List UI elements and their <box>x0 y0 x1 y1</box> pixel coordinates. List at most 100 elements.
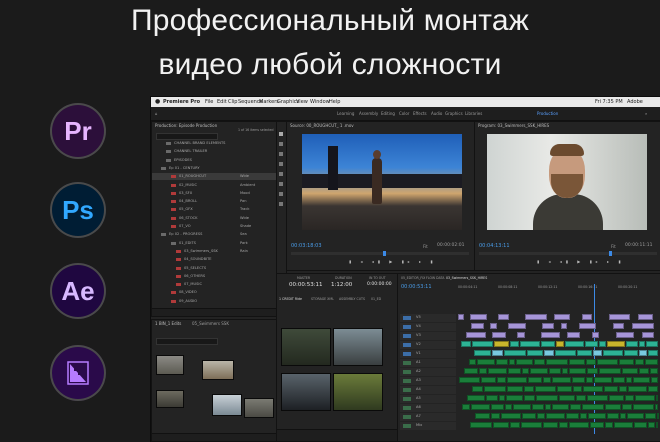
timeline-track[interactable] <box>458 323 658 330</box>
timeline-clip[interactable] <box>490 323 497 329</box>
project-row[interactable]: 01_ROUGHCUT Wide <box>152 173 276 181</box>
timeline-clip[interactable] <box>546 359 568 365</box>
project-row[interactable]: 06_STOCK Wide <box>152 215 276 222</box>
track-header[interactable]: A6 <box>400 404 456 412</box>
track-target-icon[interactable] <box>403 415 411 419</box>
track-target-icon[interactable] <box>403 388 411 392</box>
preview-thumb-2[interactable] <box>333 328 383 366</box>
timeline-clip[interactable] <box>624 350 638 356</box>
preview-tab-4[interactable]: 01_ED <box>371 297 381 301</box>
timeline-clip[interactable] <box>525 314 547 320</box>
timeline-clip[interactable] <box>565 341 584 347</box>
timeline-clip[interactable] <box>477 359 495 365</box>
timeline-clip[interactable] <box>466 332 486 338</box>
track-target-icon[interactable] <box>403 352 411 356</box>
timeline-clip[interactable] <box>583 386 603 392</box>
timeline-clip[interactable] <box>634 422 647 428</box>
timeline-clip[interactable] <box>628 386 647 392</box>
timeline-clip[interactable] <box>543 422 558 428</box>
project-row[interactable]: 05_SELECTS <box>152 265 276 272</box>
timeline-clip[interactable] <box>656 395 658 401</box>
timeline-clip[interactable] <box>544 350 554 356</box>
timeline-clip[interactable] <box>524 395 535 401</box>
timeline-clip[interactable] <box>516 359 533 365</box>
tool-slip-icon[interactable] <box>279 172 283 176</box>
track-target-icon[interactable] <box>403 397 411 401</box>
timeline-clip[interactable] <box>505 404 512 410</box>
source-video-frame[interactable] <box>302 134 462 230</box>
timeline-clip[interactable] <box>559 422 568 428</box>
timeline-clip[interactable] <box>472 386 483 392</box>
timeline-clip[interactable] <box>470 314 487 320</box>
project-row[interactable]: 03_SFX Mood <box>152 190 276 197</box>
preview-thumb-4[interactable] <box>333 373 383 411</box>
timeline-clip[interactable] <box>593 350 602 356</box>
tool-type-icon[interactable] <box>279 202 283 206</box>
timeline-clip[interactable] <box>517 332 525 338</box>
timeline-clip[interactable] <box>588 413 606 419</box>
program-transport-controls[interactable]: ▮ ◂ ◂▮ ▶ ▮▸ ▸ ▮ <box>537 259 625 264</box>
timeline-clip[interactable] <box>549 368 561 374</box>
timeline-ruler[interactable]: 00:00:04:11 00:00:08:11 00:00:12:11 00:00:1… <box>458 285 658 291</box>
track-target-icon[interactable] <box>403 334 411 338</box>
timeline-clip[interactable] <box>552 404 569 410</box>
timeline-clip[interactable] <box>569 359 585 365</box>
timeline-clip[interactable] <box>471 323 484 329</box>
bin-search-input[interactable] <box>156 338 218 345</box>
timeline-clip[interactable] <box>492 332 506 338</box>
timeline-clip[interactable] <box>496 359 508 365</box>
program-scrubber[interactable] <box>479 251 657 256</box>
timeline-clip[interactable] <box>633 377 650 383</box>
menu-edit[interactable]: Edit <box>217 97 227 107</box>
timeline-clip[interactable] <box>520 341 540 347</box>
timeline-clip[interactable] <box>613 377 625 383</box>
timeline-clip[interactable] <box>576 395 586 401</box>
timeline-clip[interactable] <box>491 413 500 419</box>
timeline-clip[interactable] <box>635 395 655 401</box>
project-row[interactable]: 07_MUSIC <box>152 281 276 288</box>
timeline-track[interactable] <box>458 413 659 420</box>
timeline-clip[interactable] <box>603 350 623 356</box>
bin-thumb-3[interactable] <box>156 390 184 408</box>
track-header[interactable]: A2 <box>400 368 456 376</box>
menu-window[interactable]: Window <box>310 97 330 107</box>
ws-assembly[interactable]: Assembly <box>359 107 378 120</box>
timeline-clip[interactable] <box>619 359 634 365</box>
timeline-clip[interactable] <box>534 359 545 365</box>
timeline-clip[interactable] <box>656 422 658 428</box>
timeline-clip[interactable] <box>556 341 564 347</box>
preview-tab-2[interactable]: STORAGE XML <box>311 297 334 301</box>
program-fit-select[interactable]: Fit <box>611 244 616 249</box>
timeline-clip[interactable] <box>646 341 658 347</box>
timeline-clip[interactable] <box>587 368 598 374</box>
timeline-clip[interactable] <box>527 350 543 356</box>
ws-color[interactable]: Color <box>399 107 409 120</box>
track-area[interactable] <box>458 314 659 434</box>
track-header[interactable]: V5 <box>400 314 456 322</box>
timeline-clip[interactable] <box>507 386 523 392</box>
timeline-clip[interactable] <box>616 332 634 338</box>
timeline-clip[interactable] <box>586 359 596 365</box>
timeline-clip[interactable] <box>657 413 659 419</box>
tool-select-icon[interactable] <box>279 132 283 136</box>
track-target-icon[interactable] <box>403 343 411 347</box>
timeline-clip[interactable] <box>604 386 618 392</box>
timeline-clip[interactable] <box>497 377 506 383</box>
timeline-clip[interactable] <box>585 341 598 347</box>
timeline-clip[interactable] <box>530 368 548 374</box>
timeline-clip[interactable] <box>522 413 536 419</box>
timeline-clip[interactable] <box>626 341 638 347</box>
timeline-clip[interactable] <box>655 404 658 410</box>
project-row[interactable]: 01_EDITS Park <box>152 240 276 247</box>
timeline-clip[interactable] <box>620 413 626 419</box>
track-header[interactable]: A3 <box>400 377 456 385</box>
timeline-clip[interactable] <box>542 323 554 329</box>
timeline-clip[interactable] <box>642 332 654 338</box>
timeline-track[interactable] <box>458 341 658 348</box>
tool-hand-icon[interactable] <box>279 192 283 196</box>
bin-thumb-4[interactable] <box>212 394 242 416</box>
timeline-clip[interactable] <box>510 341 519 347</box>
track-target-icon[interactable] <box>403 424 411 428</box>
timeline-clip[interactable] <box>537 413 545 419</box>
project-row[interactable]: 07_VO Shade <box>152 223 276 230</box>
